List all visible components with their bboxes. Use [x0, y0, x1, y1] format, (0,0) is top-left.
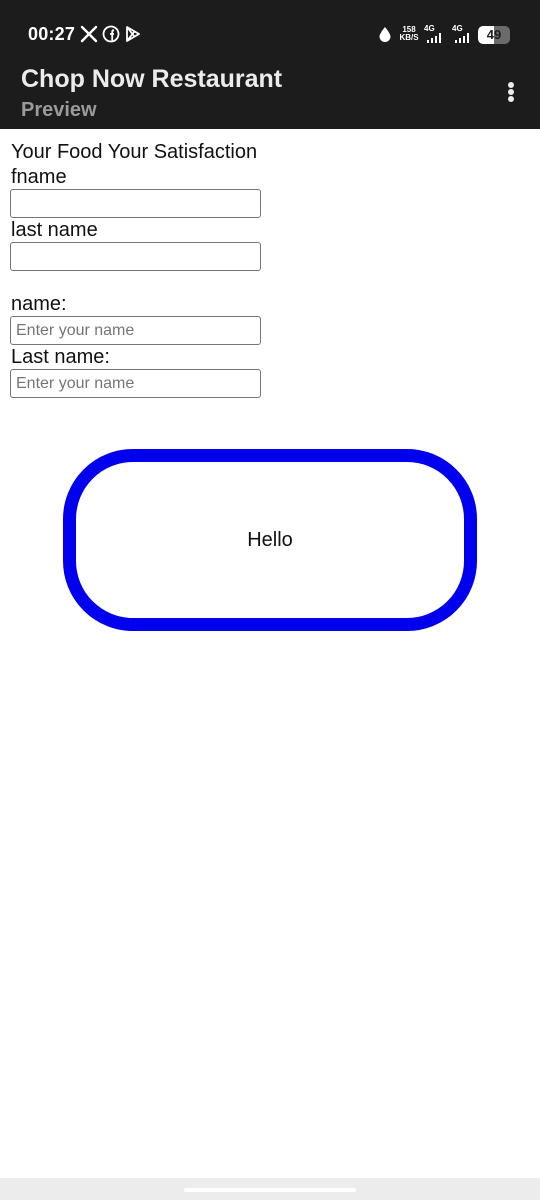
fname-label: fname: [11, 166, 67, 188]
signal-icon-2: 4G: [452, 25, 472, 45]
signal-icon: 4G: [424, 25, 444, 45]
gesture-handle[interactable]: [184, 1188, 356, 1192]
network-speed: 158 KB/S: [398, 26, 420, 42]
navigation-bar: [0, 1178, 540, 1200]
last-name-label: last name: [11, 219, 98, 241]
more-vert-icon[interactable]: [496, 76, 526, 108]
name-input[interactable]: [10, 316, 261, 345]
x-icon: [80, 25, 98, 43]
app-subtitle: Preview: [21, 99, 97, 121]
last-name-input[interactable]: [10, 242, 261, 271]
play-store-icon: [124, 25, 142, 43]
screen: 00:27 158 KB/S 4G 4G 49 Chop Now Restaur…: [0, 0, 540, 1200]
network-speed-unit: KB/S: [399, 33, 419, 42]
battery-icon: 49: [478, 26, 510, 44]
hello-button[interactable]: Hello: [63, 449, 477, 631]
last-name-label-2: Last name:: [11, 346, 110, 368]
status-time: 00:27: [28, 24, 76, 44]
network-type-label-2: 4G: [452, 24, 463, 33]
status-bar: 00:27 158 KB/S 4G 4G 49: [0, 0, 540, 62]
page-heading: Your Food Your Satisfaction: [11, 141, 258, 163]
last-name-input-2[interactable]: [10, 369, 261, 398]
drop-icon: [376, 25, 394, 43]
fname-input[interactable]: [10, 189, 261, 218]
name-label: name:: [11, 293, 67, 315]
app-bar: Chop Now Restaurant Preview: [0, 62, 540, 129]
app-title: Chop Now Restaurant: [21, 65, 283, 93]
network-type-label: 4G: [424, 24, 435, 33]
facebook-icon: [102, 25, 120, 43]
battery-level: 49: [486, 27, 502, 42]
